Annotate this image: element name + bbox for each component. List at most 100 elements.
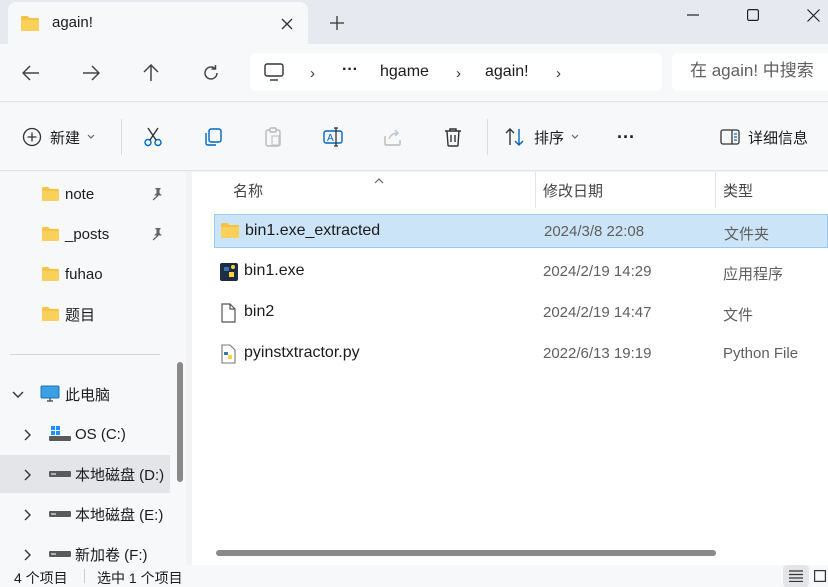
details-view-icon[interactable] <box>783 565 809 587</box>
details-button[interactable]: 详细信息 <box>720 123 808 151</box>
forward-icon[interactable] <box>76 58 106 88</box>
copy-button[interactable] <box>202 123 224 151</box>
sort-button[interactable]: 排序 <box>504 123 579 151</box>
sidebar-item-label: fuhao <box>65 265 103 283</box>
sidebar-item-posts[interactable]: _posts <box>0 215 170 253</box>
status-separator <box>84 569 85 583</box>
chevron-right-icon[interactable] <box>24 509 32 521</box>
chevron-right-icon[interactable] <box>24 469 32 481</box>
sidebar-item-label: 本地磁盘 (D:) <box>75 466 165 484</box>
paste-button[interactable] <box>262 123 284 151</box>
sidebar-item-drive-c[interactable]: OS (C:) <box>0 415 170 453</box>
chevron-right-icon[interactable]: › <box>556 65 561 82</box>
new-tab-icon[interactable] <box>322 8 352 38</box>
breadcrumb-hgame[interactable]: hgame <box>380 63 429 81</box>
file-name: bin1.exe <box>244 262 305 279</box>
file-row-bin1-extracted[interactable]: bin1.exe_extracted 2024/3/8 22:08 文件夹 <box>214 214 828 248</box>
sidebar-item-label: _posts <box>65 225 110 243</box>
trash-icon <box>445 128 461 147</box>
add-circle-icon <box>22 127 42 147</box>
file-type: 应用程序 <box>723 266 784 283</box>
os-drive-icon <box>49 426 71 441</box>
navigation-pane: note _posts fuhao 题目 此电脑 OS (C:) 本地磁盘 (D… <box>0 172 186 565</box>
chevron-down-icon[interactable] <box>12 391 24 399</box>
tab-again[interactable]: again! <box>8 2 308 44</box>
minimize-icon[interactable] <box>670 0 716 30</box>
close-tab-icon[interactable] <box>273 10 301 38</box>
drive-icon <box>49 471 71 477</box>
delete-button[interactable] <box>442 123 464 151</box>
tab-title: again! <box>52 14 93 31</box>
refresh-icon[interactable] <box>196 58 226 88</box>
sort-label: 排序 <box>534 129 565 147</box>
more-options-button[interactable]: ··· <box>617 123 635 151</box>
pin-icon[interactable] <box>150 227 164 241</box>
file-type: 文件 <box>723 307 754 324</box>
chevron-right-icon[interactable] <box>24 549 32 561</box>
sidebar-item-label: 此电脑 <box>65 386 111 404</box>
navigation-bar: › ··· hgame › again! › <box>0 44 828 102</box>
close-window-icon[interactable] <box>790 0 828 30</box>
breadcrumb-overflow[interactable]: ··· <box>342 61 358 79</box>
svg-text:A: A <box>327 133 334 144</box>
chevron-right-icon[interactable] <box>24 429 32 441</box>
details-label: 详细信息 <box>748 129 809 147</box>
chevron-down-icon <box>571 134 579 139</box>
separator <box>487 119 488 155</box>
details-pane-icon <box>720 129 740 145</box>
python-file-icon <box>219 344 237 368</box>
maximize-icon[interactable] <box>730 0 776 30</box>
column-header-date[interactable]: 修改日期 <box>543 172 603 208</box>
computer-icon[interactable] <box>264 63 284 85</box>
column-separator[interactable] <box>715 172 716 208</box>
share-button[interactable] <box>382 123 404 151</box>
sidebar-item-note[interactable]: note <box>0 175 170 213</box>
back-icon[interactable] <box>16 58 46 88</box>
chevron-right-icon[interactable]: › <box>310 65 315 82</box>
file-list: 名称 修改日期 类型 bin1.exe_extracted 2024/3/8 2… <box>192 172 828 565</box>
horizontal-scrollbar[interactable] <box>216 550 716 556</box>
folder-icon <box>42 306 59 322</box>
drive-icon <box>49 551 71 557</box>
new-button[interactable]: 新建 <box>22 123 95 151</box>
drive-icon <box>49 511 71 517</box>
address-bar[interactable]: › ··· hgame › again! › <box>250 53 662 91</box>
file-date: 2024/2/19 14:29 <box>543 263 652 280</box>
file-row-pyinstxtractor[interactable]: pyinstxtractor.py 2022/6/13 19:19 Python… <box>214 337 828 371</box>
breadcrumb-again[interactable]: again! <box>485 63 529 81</box>
sidebar-item-fuhao[interactable]: fuhao <box>0 255 170 293</box>
command-bar: 新建 A 排序 ··· 详细信息 <box>0 103 828 171</box>
search-input[interactable] <box>690 61 826 81</box>
tiles-view-icon[interactable] <box>811 565 828 587</box>
sidebar-item-this-pc[interactable]: 此电脑 <box>0 375 170 413</box>
rename-button[interactable]: A <box>322 123 344 151</box>
python-exe-icon <box>219 262 239 286</box>
up-icon[interactable] <box>136 58 166 88</box>
sidebar-item-label: OS (C:) <box>75 425 126 443</box>
file-date: 2024/3/8 22:08 <box>544 223 645 240</box>
new-label: 新建 <box>50 129 81 147</box>
file-row-bin2[interactable]: bin2 2024/2/19 14:47 文件 <box>214 296 828 330</box>
column-separator[interactable] <box>535 172 536 208</box>
sidebar-item-timu[interactable]: 题目 <box>0 295 170 333</box>
separator <box>121 119 122 155</box>
sidebar-item-drive-e[interactable]: 本地磁盘 (E:) <box>0 495 170 533</box>
file-name: bin1.exe_extracted <box>245 222 381 239</box>
copy-icon <box>205 128 222 146</box>
cut-button[interactable] <box>142 123 164 151</box>
folder-icon <box>220 222 240 243</box>
sidebar-item-drive-d[interactable]: 本地磁盘 (D:) <box>0 455 170 493</box>
column-header-type[interactable]: 类型 <box>723 172 753 208</box>
chevron-right-icon[interactable]: › <box>456 65 461 82</box>
pin-icon[interactable] <box>150 187 164 201</box>
search-box[interactable] <box>672 53 828 91</box>
sort-ascending-icon <box>374 172 384 187</box>
file-type: Python File <box>723 345 799 362</box>
paste-icon <box>265 127 281 147</box>
sidebar-item-label: 题目 <box>65 306 96 324</box>
column-header-name[interactable]: 名称 <box>233 172 263 208</box>
file-row-bin1-exe[interactable]: bin1.exe 2024/2/19 14:29 应用程序 <box>214 255 828 289</box>
sidebar-scrollbar[interactable] <box>177 362 183 482</box>
scissors-icon <box>144 127 162 147</box>
folder-icon <box>20 15 40 36</box>
